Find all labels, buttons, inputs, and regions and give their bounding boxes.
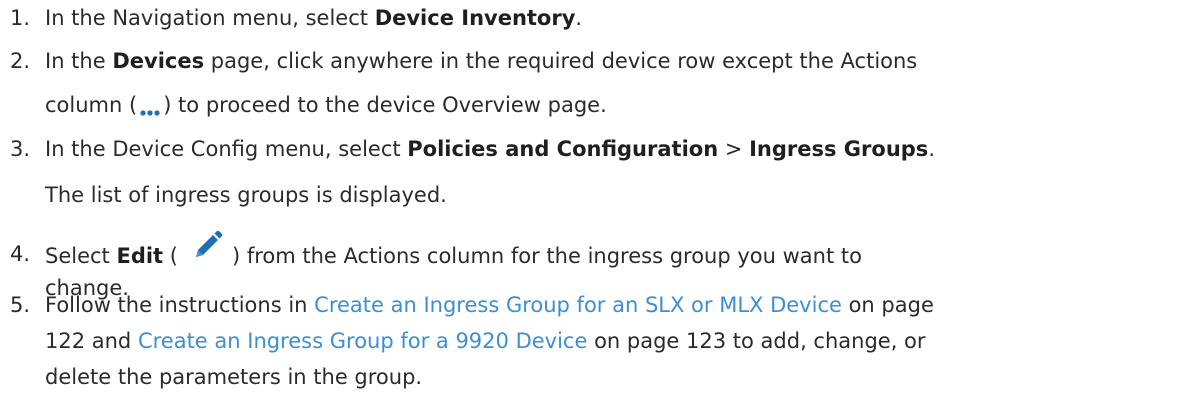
step-text-part: page, click anywhere in the required dev… [204, 49, 918, 73]
ui-term: Devices [112, 49, 205, 73]
step-text: column ( ) to proceed to the device Overv… [45, 87, 607, 123]
step-text-part: column ( [45, 93, 138, 117]
more-dots-icon [138, 94, 162, 116]
step-text-part: In the Navigation menu, select [45, 6, 375, 30]
menu-separator: > [718, 137, 750, 161]
step-number: 1. [10, 6, 31, 30]
step-text-part: on page 123 to add, change, or [587, 329, 926, 353]
step-text-part: Follow the instructions in [45, 293, 315, 317]
ui-term: Policies and Configuration [407, 137, 719, 161]
step-text: Follow the instructions in Create an Ing… [45, 287, 934, 323]
step-text: 122 and Create an Ingress Group for a 99… [45, 323, 926, 359]
pencil-edit-icon [180, 226, 230, 268]
step-text-part: The list of ingress groups is displayed. [45, 183, 447, 207]
procedure-steps: 1. In the Navigation menu, select Device… [0, 0, 1179, 411]
step-text-part: Select [45, 244, 117, 268]
step-text: In the Devices page, click anywhere in t… [45, 43, 917, 79]
xref-link[interactable]: Create an Ingress Group for an SLX or ML… [314, 293, 842, 317]
step-text-part: . [928, 137, 935, 161]
step-text-part: . [575, 6, 583, 30]
step-text: Select Edit ( ) from the Actions column f… [45, 230, 862, 278]
step-number: 3. [10, 137, 31, 161]
step-text: delete the parameters in the group. [45, 359, 422, 395]
step-text-part: ( [163, 244, 178, 268]
xref-link[interactable]: Create an Ingress Group for a 9920 Devic… [138, 329, 587, 353]
step-text-part: In the [45, 49, 113, 73]
step-text: In the Device Config menu, select Polici… [45, 131, 935, 167]
step-result: The list of ingress groups is displayed. [45, 177, 447, 213]
ui-term: Ingress Groups [749, 137, 929, 161]
step-text-part: delete the parameters in the group. [45, 365, 423, 389]
ui-term: Device Inventory [374, 6, 576, 30]
step-text-part: ) to proceed to the device Overview page… [163, 93, 607, 117]
step-text-part: on page [841, 293, 934, 317]
step-text-part: ) from the Actions column for the ingres… [231, 244, 862, 268]
ui-term: Edit [116, 244, 164, 268]
step-number: 2. [10, 49, 31, 73]
step-text-part: In the Device Config menu, select [45, 137, 408, 161]
step-number: 5. [10, 293, 31, 317]
step-number: 4. [10, 242, 31, 266]
step-text-part: 122 and [45, 329, 138, 353]
step-text: In the Navigation menu, select Device In… [45, 0, 582, 36]
